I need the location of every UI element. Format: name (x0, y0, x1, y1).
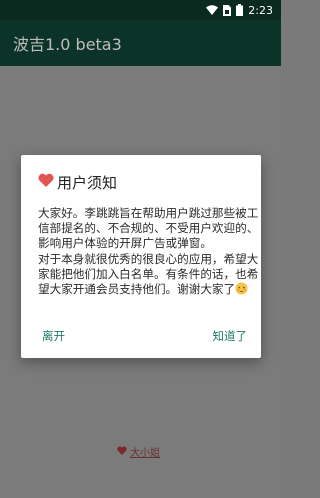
blushing-face-icon (235, 282, 248, 299)
status-bar: 2:23 (0, 0, 281, 20)
app-title: 波吉1.0 beta3 (13, 35, 122, 54)
ok-button[interactable]: 知道了 (213, 326, 248, 346)
dialog-paragraph-2-text: 对于本身就很优秀的很良心的应用，希望大家能把他们加入白名单。有条件的话，也希望大… (38, 251, 259, 297)
dialog-paragraph-2: 对于本身就很优秀的很良心的应用，希望大家能把他们加入白名单。有条件的话，也希望大… (38, 252, 262, 300)
sim-icon (223, 4, 232, 16)
clock: 2:23 (248, 3, 273, 17)
footer-link[interactable]: 大小姐 (117, 444, 160, 459)
dialog-header: 用户须知 (38, 171, 249, 193)
leave-button[interactable]: 离开 (42, 326, 65, 346)
user-notice-dialog: 用户须知 大家好。李跳跳旨在帮助用户跳过那些被工信部提名的、不合规的、不受用户欢… (21, 155, 261, 358)
wifi-icon (206, 5, 219, 15)
dialog-message: 大家好。李跳跳旨在帮助用户跳过那些被工信部提名的、不合规的、不受用户欢迎的、影响… (38, 206, 262, 299)
battery-icon (236, 4, 244, 16)
heart-icon (38, 173, 54, 191)
dialog-title: 用户须知 (57, 173, 118, 192)
app-bar: 波吉1.0 beta3 (0, 20, 281, 66)
dialog-actions: 离开 知道了 (21, 326, 261, 346)
footer-link-label: 大小姐 (130, 448, 160, 459)
dialog-paragraph-1: 大家好。李跳跳旨在帮助用户跳过那些被工信部提名的、不合规的、不受用户欢迎的、影响… (38, 206, 259, 251)
heart-icon (117, 446, 127, 458)
